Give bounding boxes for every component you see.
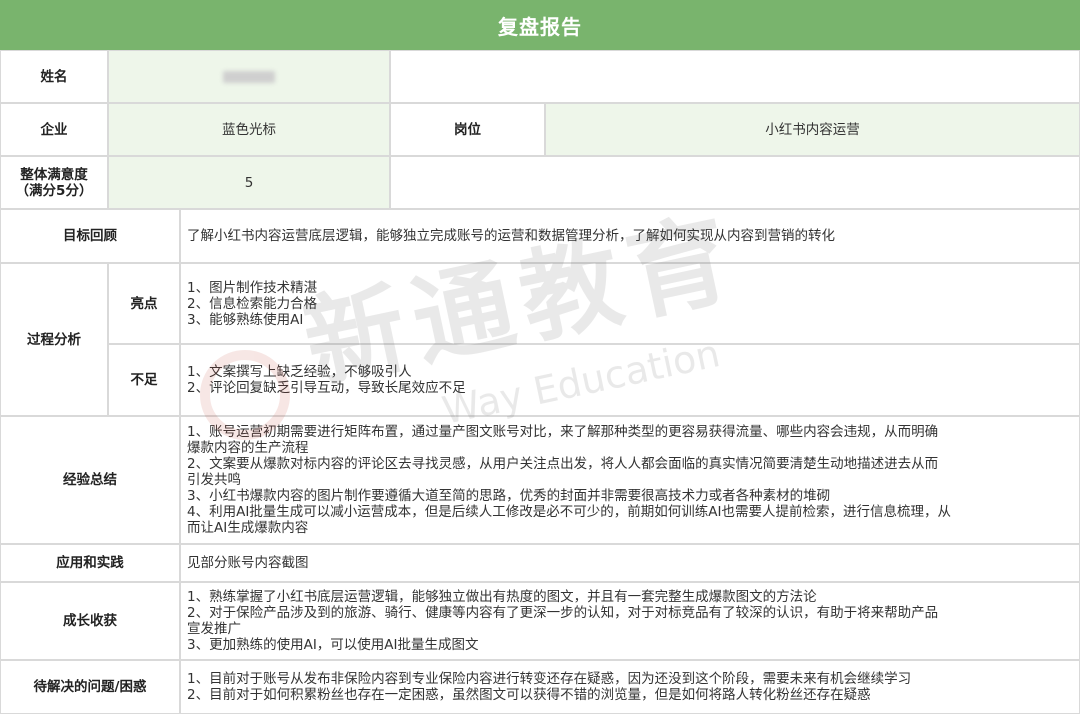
practice-label: 应用和实践	[0, 544, 180, 582]
position-value: 小红书内容运营	[545, 103, 1080, 156]
highlight-item: 3、能够熟练使用AI	[187, 311, 304, 328]
experience-line: 2、文案要从爆款对标内容的评论区去寻找灵感，从用户关注点出发，将人人都会面临的真…	[187, 456, 939, 472]
satisfaction-label-line1: 整体满意度	[20, 166, 88, 183]
issues-label: 待解决的问题/困惑	[0, 660, 180, 714]
experience-line: 而让AI生成爆款内容	[187, 520, 309, 536]
experience-line: 爆款内容的生产流程	[187, 440, 309, 456]
highlight-item: 1、图片制作技术精湛	[187, 279, 318, 296]
shortcoming-item: 2、评论回复缺乏引导互动，导致长尾效应不足	[187, 380, 466, 396]
growth-line: 2、对于保险产品涉及到的旅游、骑行、健康等内容有了更深一步的认知，对于对标竞品有…	[187, 605, 939, 621]
highlights-list: 1、图片制作技术精湛 2、信息检索能力合格 3、能够熟练使用AI	[180, 263, 1080, 344]
growth-line: 宣发推广	[187, 621, 241, 637]
growth-list: 1、熟练掌握了小红书底层运营逻辑，能够独立做出有热度的图文，并且有一套完整生成爆…	[180, 582, 1080, 660]
name-label: 姓名	[0, 50, 108, 103]
growth-label: 成长收获	[0, 582, 180, 660]
issue-line: 1、目前对于账号从发布非保险内容到专业保险内容进行转变还存在疑惑，因为还没到这个…	[187, 671, 912, 687]
experience-line: 1、账号运营初期需要进行矩阵布置，通过量产图文账号对比，来了解那种类型的更容易获…	[187, 424, 939, 440]
satisfaction-label: 整体满意度 （满分5分）	[0, 156, 108, 209]
experience-list: 1、账号运营初期需要进行矩阵布置，通过量产图文账号对比，来了解那种类型的更容易获…	[180, 416, 1080, 544]
goal-text: 了解小红书内容运营底层逻辑，能够独立完成账号的运营和数据管理分析，了解如何实现从…	[180, 209, 1080, 263]
growth-line: 3、更加熟练的使用AI，可以使用AI批量生成图文	[187, 637, 479, 653]
company-value: 蓝色光标	[108, 103, 390, 156]
shortcomings-label: 不足	[108, 344, 180, 416]
report-page: 复盘报告 姓名 企业 蓝色光标 岗位 小红书内容运营 整体满意度 （满分5分） …	[0, 0, 1080, 714]
growth-line: 1、熟练掌握了小红书底层运营逻辑，能够独立做出有热度的图文，并且有一套完整生成爆…	[187, 589, 817, 605]
shortcomings-list: 1、文案撰写上缺乏经验，不够吸引人 2、评论回复缺乏引导互动，导致长尾效应不足	[180, 344, 1080, 416]
experience-line: 引发共鸣	[187, 472, 241, 488]
satisfaction-empty-cell	[390, 156, 1080, 209]
issue-line: 2、目前对于如何积累粉丝也存在一定困惑，虽然图文可以获得不错的浏览量，但是如何将…	[187, 687, 871, 703]
name-value	[108, 50, 390, 103]
blurred-name	[223, 70, 275, 83]
company-label: 企业	[0, 103, 108, 156]
position-label: 岗位	[390, 103, 545, 156]
issues-list: 1、目前对于账号从发布非保险内容到专业保险内容进行转变还存在疑惑，因为还没到这个…	[180, 660, 1080, 714]
highlights-label: 亮点	[108, 263, 180, 344]
practice-text: 见部分账号内容截图	[180, 544, 1080, 582]
name-empty-cell	[390, 50, 1080, 103]
satisfaction-label-line2: （满分5分）	[15, 182, 93, 199]
process-label: 过程分析	[0, 263, 108, 416]
experience-line: 4、利用AI批量生成可以减小运营成本，但是后续人工修改是必不可少的，前期如何训练…	[187, 504, 952, 520]
experience-label: 经验总结	[0, 416, 180, 544]
satisfaction-value: 5	[108, 156, 390, 209]
report-title: 复盘报告	[0, 0, 1080, 50]
highlight-item: 2、信息检索能力合格	[187, 295, 318, 312]
shortcoming-item: 1、文案撰写上缺乏经验，不够吸引人	[187, 364, 412, 380]
goal-label: 目标回顾	[0, 209, 180, 263]
experience-line: 3、小红书爆款内容的图片制作要遵循大道至简的思路，优秀的封面并非需要很高技术力或…	[187, 488, 831, 504]
